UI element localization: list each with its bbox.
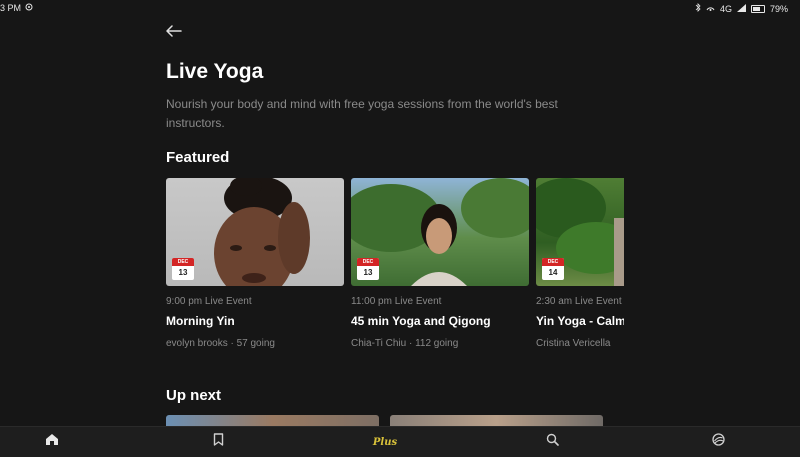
event-title: 45 min Yoga and Qigong — [351, 314, 491, 328]
calendar-icon: DEC 13 — [172, 258, 194, 280]
bookmark-icon — [213, 433, 224, 451]
page-title: Live Yoga — [166, 60, 264, 83]
event-thumbnail: DEC 13 — [166, 178, 344, 286]
signal-icon — [736, 3, 746, 14]
home-icon — [45, 433, 59, 451]
battery-level: 79% — [769, 3, 788, 14]
calendar-day: 13 — [363, 268, 373, 277]
calendar-icon: DEC 13 — [357, 258, 379, 280]
hotspot-icon — [706, 4, 715, 14]
event-title: Yin Yoga - Calm — [536, 314, 624, 328]
up-next-heading: Up next — [166, 387, 222, 404]
sync-icon — [25, 3, 33, 13]
profile-icon — [711, 433, 725, 451]
signal-label: 4G — [719, 3, 732, 14]
event-meta: evolyn brooks · 57 going — [166, 338, 275, 349]
event-thumbnail: DEC 14 — [536, 178, 624, 286]
event-thumbnail: DEC 13 — [351, 178, 529, 286]
plus-label: Plus — [372, 436, 398, 448]
calendar-day: 14 — [548, 268, 558, 277]
event-meta: Chia-Ti Chiu · 112 going — [351, 338, 459, 349]
nav-home[interactable] — [44, 434, 60, 450]
event-card[interactable]: DEC 14 2:30 am Live Event Yin Yoga - Cal… — [536, 178, 624, 349]
nav-plus[interactable]: Plus — [370, 434, 400, 450]
event-time: 2:30 am Live Event — [536, 296, 622, 307]
status-left: 3 PM — [0, 3, 33, 13]
status-bar: 3 PM 4G 79% — [0, 0, 800, 16]
nav-search[interactable] — [544, 433, 560, 451]
nav-saved[interactable] — [210, 433, 226, 451]
back-button[interactable] — [163, 23, 185, 43]
event-title: Morning Yin — [166, 314, 235, 328]
battery-icon — [750, 4, 765, 13]
calendar-month: DEC — [357, 258, 379, 266]
arrow-left-icon — [166, 24, 182, 42]
bluetooth-icon — [695, 3, 701, 14]
page-description: Nourish your body and mind with free yog… — [166, 97, 558, 130]
bottom-nav: Plus — [0, 426, 800, 457]
event-time: 9:00 pm Live Event — [166, 296, 252, 307]
event-meta: Cristina Vericella — [536, 338, 611, 349]
featured-heading: Featured — [166, 149, 230, 166]
calendar-month: DEC — [172, 258, 194, 266]
nav-profile[interactable] — [710, 433, 726, 451]
calendar-month: DEC — [542, 258, 564, 266]
live-yoga-screen: 3 PM 4G 79% Live Yoga Nourish your body … — [0, 0, 800, 457]
status-time: 3 PM — [0, 3, 22, 13]
featured-carousel[interactable]: DEC 13 9:00 pm Live Event Morning Yin ev… — [166, 178, 624, 358]
status-right: 4G 79% — [695, 3, 788, 14]
search-icon — [546, 433, 559, 451]
event-time: 11:00 pm Live Event — [351, 296, 442, 307]
event-card[interactable]: DEC 13 11:00 pm Live Event 45 min Yoga a… — [351, 178, 529, 349]
calendar-icon: DEC 14 — [542, 258, 564, 280]
event-card[interactable]: DEC 13 9:00 pm Live Event Morning Yin ev… — [166, 178, 344, 349]
calendar-day: 13 — [178, 268, 188, 277]
